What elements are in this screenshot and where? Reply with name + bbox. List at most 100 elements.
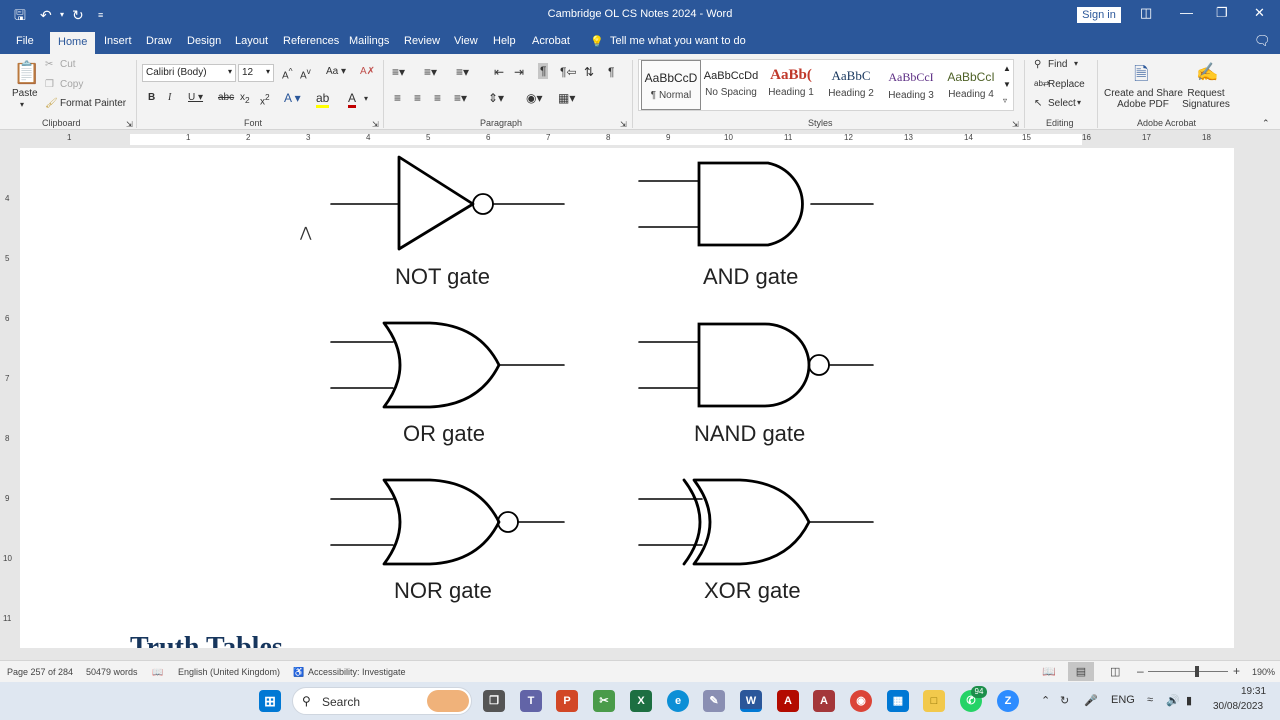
style-normal[interactable]: AaBbCcD ¶ Normal: [641, 60, 701, 110]
close-button[interactable]: ✕: [1254, 5, 1265, 21]
horizontal-ruler[interactable]: 1 1 2 3 4 5 6 7 8 9 10 11 12 13 14 15 16…: [0, 131, 1280, 148]
line-spacing-icon[interactable]: ⇕▾: [488, 91, 504, 105]
maximize-button[interactable]: ❐: [1216, 5, 1228, 21]
styles-scroll-up-icon[interactable]: ▲: [1003, 64, 1011, 73]
input-language[interactable]: ENG: [1111, 694, 1135, 706]
tab-acrobat[interactable]: Acrobat: [532, 35, 570, 47]
paste-button[interactable]: Paste: [12, 88, 38, 99]
find-icon[interactable]: ⚲: [1034, 59, 1041, 70]
increase-indent-icon[interactable]: ⇥: [514, 65, 524, 79]
collapse-ribbon-icon[interactable]: ⌃: [1262, 118, 1270, 129]
start-icon[interactable]: ⊞: [259, 690, 281, 712]
cut-button[interactable]: Cut: [60, 59, 76, 70]
select-button[interactable]: Select: [1048, 98, 1076, 109]
font-size-input[interactable]: 12 ▾: [238, 64, 274, 82]
show-formatting-icon[interactable]: ¶: [608, 65, 614, 79]
ribbon-display-icon[interactable]: ◫: [1140, 5, 1152, 21]
tab-home[interactable]: Home: [50, 32, 96, 54]
zoom-slider[interactable]: [1148, 671, 1228, 672]
paste-icon[interactable]: 📋: [13, 60, 40, 86]
tab-mailings[interactable]: Mailings: [349, 35, 389, 47]
request-signatures-icon[interactable]: ✍: [1196, 62, 1218, 83]
highlight-icon[interactable]: ab: [316, 91, 330, 108]
styles-scroll-down-icon[interactable]: ▼: [1003, 80, 1011, 89]
format-painter-button[interactable]: Format Painter: [60, 98, 126, 109]
tab-view[interactable]: View: [454, 35, 478, 47]
teams-icon[interactable]: T: [520, 690, 542, 712]
font-name-input[interactable]: Calibri (Body) ▾: [142, 64, 236, 82]
italic-button[interactable]: I: [168, 92, 171, 103]
comments-icon[interactable]: 🗨: [1254, 33, 1271, 49]
clock-date[interactable]: 30/08/2023: [1213, 701, 1263, 712]
clipboard-launcher-icon[interactable]: ⇲: [126, 120, 133, 129]
tab-design[interactable]: Design: [187, 35, 221, 47]
zoom-in-button[interactable]: +: [1233, 664, 1240, 678]
ltr-text-icon[interactable]: ¶: [538, 63, 549, 79]
find-dropdown-icon[interactable]: ▾: [1074, 59, 1078, 68]
font-color-dropdown-icon[interactable]: ▾: [364, 94, 368, 103]
access-icon[interactable]: A: [813, 690, 835, 712]
align-left-icon[interactable]: ≡: [394, 91, 401, 105]
font-launcher-icon[interactable]: ⇲: [372, 120, 379, 129]
powerpoint-icon[interactable]: P: [556, 690, 578, 712]
subscript-button[interactable]: x2: [240, 92, 250, 105]
tab-layout[interactable]: Layout: [235, 35, 268, 47]
rtl-text-icon[interactable]: ¶⇦: [560, 65, 577, 79]
language[interactable]: English (United Kingdom): [178, 667, 280, 677]
sign-in-button[interactable]: Sign in: [1077, 7, 1121, 23]
superscript-button[interactable]: x2: [260, 92, 270, 107]
align-right-icon[interactable]: ≡: [434, 91, 441, 105]
web-layout-icon[interactable]: ◫: [1110, 665, 1120, 678]
battery-icon[interactable]: ▮: [1186, 694, 1192, 707]
align-center-icon[interactable]: ≡: [414, 91, 421, 105]
excel-icon[interactable]: X: [630, 690, 652, 712]
shading-icon[interactable]: ◉▾: [526, 91, 543, 105]
show-hidden-icons-icon[interactable]: ⌃: [1041, 694, 1050, 707]
task-view-icon[interactable]: ❐: [483, 690, 505, 712]
paragraph-launcher-icon[interactable]: ⇲: [620, 120, 627, 129]
request-signatures-button[interactable]: Request Signatures: [1182, 88, 1230, 110]
copy-button[interactable]: Copy: [60, 79, 83, 90]
font-color-icon[interactable]: A: [348, 91, 357, 108]
app-icon[interactable]: ✎: [703, 690, 725, 712]
zoom-level[interactable]: 190%: [1252, 667, 1275, 677]
minimize-button[interactable]: —: [1180, 5, 1193, 20]
underline-button[interactable]: U ▾: [188, 92, 203, 103]
accessibility-status[interactable]: Accessibility: Investigate: [308, 667, 406, 677]
snipping-tool-icon[interactable]: ✂: [593, 690, 615, 712]
proofing-icon[interactable]: 📖: [152, 667, 163, 678]
taskbar-search[interactable]: ⚲ Search: [292, 687, 472, 715]
justify-icon[interactable]: ≡▾: [454, 91, 467, 105]
tab-draw[interactable]: Draw: [146, 35, 172, 47]
decrease-indent-icon[interactable]: ⇤: [494, 65, 504, 79]
document-page[interactable]: NOT gate AND gate OR gate NAND gate NOR …: [20, 148, 1234, 648]
cut-icon[interactable]: ✂: [45, 59, 53, 70]
tab-insert[interactable]: Insert: [104, 35, 132, 47]
vertical-scrollbar[interactable]: [1234, 148, 1280, 648]
vertical-ruler[interactable]: 4 5 6 7 8 9 10 11: [0, 148, 18, 648]
select-dropdown-icon[interactable]: ▾: [1077, 98, 1081, 107]
tab-file[interactable]: File: [16, 35, 34, 47]
style-heading-1[interactable]: AaBb(Heading 1: [761, 60, 821, 110]
select-icon[interactable]: ↖: [1034, 98, 1042, 109]
numbering-icon[interactable]: ≡▾: [424, 65, 437, 79]
edge-icon[interactable]: e: [667, 690, 689, 712]
borders-icon[interactable]: ▦▾: [558, 91, 575, 105]
store-icon[interactable]: ▦: [887, 690, 909, 712]
format-painter-icon[interactable]: 🖌: [45, 98, 58, 109]
zoom-out-button[interactable]: –: [1137, 664, 1144, 678]
tab-review[interactable]: Review: [404, 35, 440, 47]
file-explorer-icon[interactable]: □: [923, 690, 945, 712]
style-heading-2[interactable]: AaBbC Heading 2: [821, 60, 881, 110]
shrink-font-icon[interactable]: Av: [300, 66, 311, 81]
style-heading-4[interactable]: AaBbCcI Heading 4: [941, 60, 1001, 110]
zoom-slider-thumb[interactable]: [1195, 666, 1199, 677]
zoom-app-icon[interactable]: Z: [997, 690, 1019, 712]
clock-time[interactable]: 19:31: [1241, 686, 1266, 697]
chrome-icon[interactable]: ◉: [850, 690, 872, 712]
print-layout-icon[interactable]: ▤: [1068, 662, 1094, 681]
microphone-icon[interactable]: 🎤: [1084, 694, 1098, 707]
create-share-pdf-button[interactable]: Create and Share Adobe PDF: [1104, 88, 1183, 110]
sync-icon[interactable]: ↻: [1060, 694, 1069, 707]
style-heading-3[interactable]: AaBbCcI Heading 3: [881, 60, 941, 110]
